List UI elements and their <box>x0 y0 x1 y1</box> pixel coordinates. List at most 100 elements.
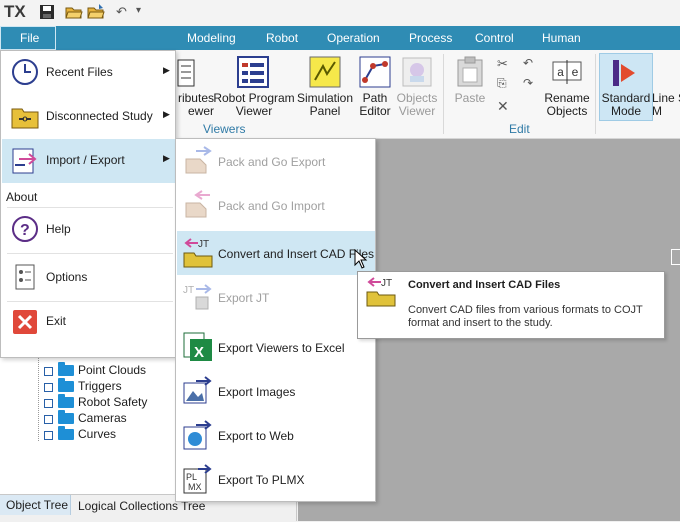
tab-human[interactable]: Human <box>542 31 581 45</box>
mouse-cursor-icon <box>354 249 368 269</box>
tooltip: JT Convert and Insert CAD Files Convert … <box>357 271 665 339</box>
menu-item-export-images[interactable]: Export Images <box>177 369 375 413</box>
menu-item-label: Export JT <box>218 291 270 305</box>
menu-item-label: Export to Web <box>218 429 294 443</box>
open-folder-icon[interactable] <box>65 4 83 20</box>
menu-item-export-plmx[interactable]: PL MX Export To PLMX <box>177 457 375 501</box>
tab-object-tree[interactable]: Object Tree <box>6 498 68 512</box>
file-menu: Recent Files ▶ Disconnected Study ▶ Impo… <box>0 50 176 358</box>
exit-icon <box>13 310 37 334</box>
menu-heading-about: About <box>6 190 38 204</box>
standard-mode-icon <box>613 60 635 86</box>
disconnected-study-icon <box>11 108 39 129</box>
submenu-arrow-icon: ▶ <box>163 109 170 119</box>
menu-item-label: Exit <box>46 314 67 328</box>
menu-item-label: Disconnected Study <box>46 109 153 123</box>
file-menu-button[interactable]: File <box>0 26 56 50</box>
tooltip-title: Convert and Insert CAD Files <box>408 279 561 291</box>
group-label-edit: Edit <box>509 122 530 136</box>
pack-and-go-import-icon <box>185 190 210 218</box>
export-excel-icon: X <box>183 332 212 361</box>
pack-and-go-export-icon <box>185 146 212 174</box>
menu-item-import-export[interactable]: Import / Export ▶ <box>2 139 175 183</box>
svg-text:JT: JT <box>198 239 209 250</box>
folder-icon <box>58 426 74 440</box>
undo-icon[interactable]: ↶ <box>116 4 127 20</box>
customize-dropdown-icon[interactable]: ▾ <box>136 5 141 16</box>
export-web-icon <box>183 420 212 450</box>
menu-item-label: Recent Files <box>46 65 113 79</box>
paste-button[interactable]: Paste <box>450 92 490 105</box>
options-icon <box>15 264 35 290</box>
menu-item-label: Pack and Go Export <box>218 155 326 169</box>
recent-files-icon <box>12 59 38 85</box>
tab-control[interactable]: Control <box>475 31 514 45</box>
undo-small-icon[interactable]: ↶ <box>523 56 533 70</box>
svg-text:?: ? <box>20 222 30 239</box>
copy-icon[interactable]: ⎘ <box>497 76 507 91</box>
folder-icon <box>58 362 74 376</box>
menu-item-export-to-web[interactable]: Export to Web <box>177 413 375 457</box>
rename-objects-icon: a e <box>552 60 582 84</box>
svg-text:MX: MX <box>188 482 202 492</box>
import-export-icon <box>12 148 37 174</box>
group-label-viewers: Viewers <box>203 122 246 136</box>
app-logo: TX <box>4 2 26 21</box>
submenu-arrow-icon: ▶ <box>163 153 170 163</box>
export-images-icon <box>183 376 212 404</box>
rename-objects-button[interactable]: Rename Objects <box>540 92 594 118</box>
quick-access-toolbar: TX ↶ ▾ <box>0 0 680 26</box>
ribbon-separator <box>443 54 444 134</box>
folder-icon <box>58 394 74 408</box>
simulation-panel-icon <box>309 56 341 88</box>
menu-item-recent-files[interactable]: Recent Files ▶ <box>2 51 175 95</box>
menu-item-export-jt[interactable]: JT Export JT <box>177 275 375 319</box>
menu-item-export-viewers-excel[interactable]: X Export Viewers to Excel <box>177 325 375 369</box>
menu-item-label: Import / Export <box>46 153 125 167</box>
tooltip-description: Convert CAD files from various formats t… <box>408 304 643 329</box>
tab-modeling[interactable]: Modeling <box>187 31 236 45</box>
ribbon-tab-bar: Modeling Robot Operation Process Control… <box>0 26 680 50</box>
folder-icon <box>58 410 74 424</box>
paste-icon <box>457 56 483 87</box>
menu-item-disconnected-study[interactable]: Disconnected Study ▶ <box>2 95 175 139</box>
menu-item-convert-insert-cad[interactable]: JT Convert and Insert CAD Files <box>177 231 375 275</box>
menu-separator <box>7 253 173 254</box>
menu-item-label: Export Images <box>218 385 296 399</box>
standard-mode-button[interactable]: Standard Mode <box>598 92 654 118</box>
ribbon-separator <box>595 54 596 134</box>
tab-process[interactable]: Process <box>409 31 452 45</box>
path-editor-button[interactable]: Path Editor <box>352 92 398 118</box>
menu-item-pack-and-go-export[interactable]: Pack and Go Export <box>177 139 375 183</box>
cut-icon[interactable]: ✂ <box>497 56 508 72</box>
menu-item-label: Pack and Go Import <box>218 199 325 213</box>
folder-icon <box>58 378 74 392</box>
robot-program-viewer-icon <box>237 56 269 88</box>
svg-text:a e: a e <box>557 66 579 80</box>
svg-text:JT: JT <box>183 285 194 296</box>
import-export-submenu: Pack and Go Export Pack and Go Import JT… <box>175 138 376 502</box>
svg-text:PL: PL <box>186 472 197 482</box>
menu-item-options[interactable]: Options <box>2 256 175 300</box>
objects-viewer-button[interactable]: Objects Viewer <box>394 92 440 118</box>
open-study-icon[interactable] <box>87 3 107 20</box>
menu-item-exit[interactable]: Exit <box>2 300 175 344</box>
robot-program-viewer-button[interactable]: Robot Program Viewer <box>212 92 296 118</box>
tab-operation[interactable]: Operation <box>327 31 380 45</box>
menu-item-label: Help <box>46 222 71 236</box>
convert-insert-cad-icon: JT <box>183 238 213 268</box>
save-icon[interactable] <box>39 4 55 20</box>
redo-small-icon[interactable]: ↷ <box>523 76 533 90</box>
line-simulation-mode-button[interactable]: Line S M <box>652 92 680 118</box>
svg-text:X: X <box>194 344 204 361</box>
delete-icon[interactable]: ✕ <box>497 98 509 115</box>
menu-item-help[interactable]: ? Help <box>2 208 175 252</box>
attributes-viewer-icon <box>177 59 195 87</box>
tab-robot[interactable]: Robot <box>266 31 298 45</box>
svg-text:JT: JT <box>381 278 392 289</box>
submenu-arrow-icon: ▶ <box>163 65 170 75</box>
menu-item-label: Convert and Insert CAD Files <box>218 247 375 261</box>
menu-item-pack-and-go-import[interactable]: Pack and Go Import <box>177 183 375 227</box>
simulation-panel-button[interactable]: Simulation Panel <box>294 92 356 118</box>
help-icon: ? <box>12 216 38 242</box>
